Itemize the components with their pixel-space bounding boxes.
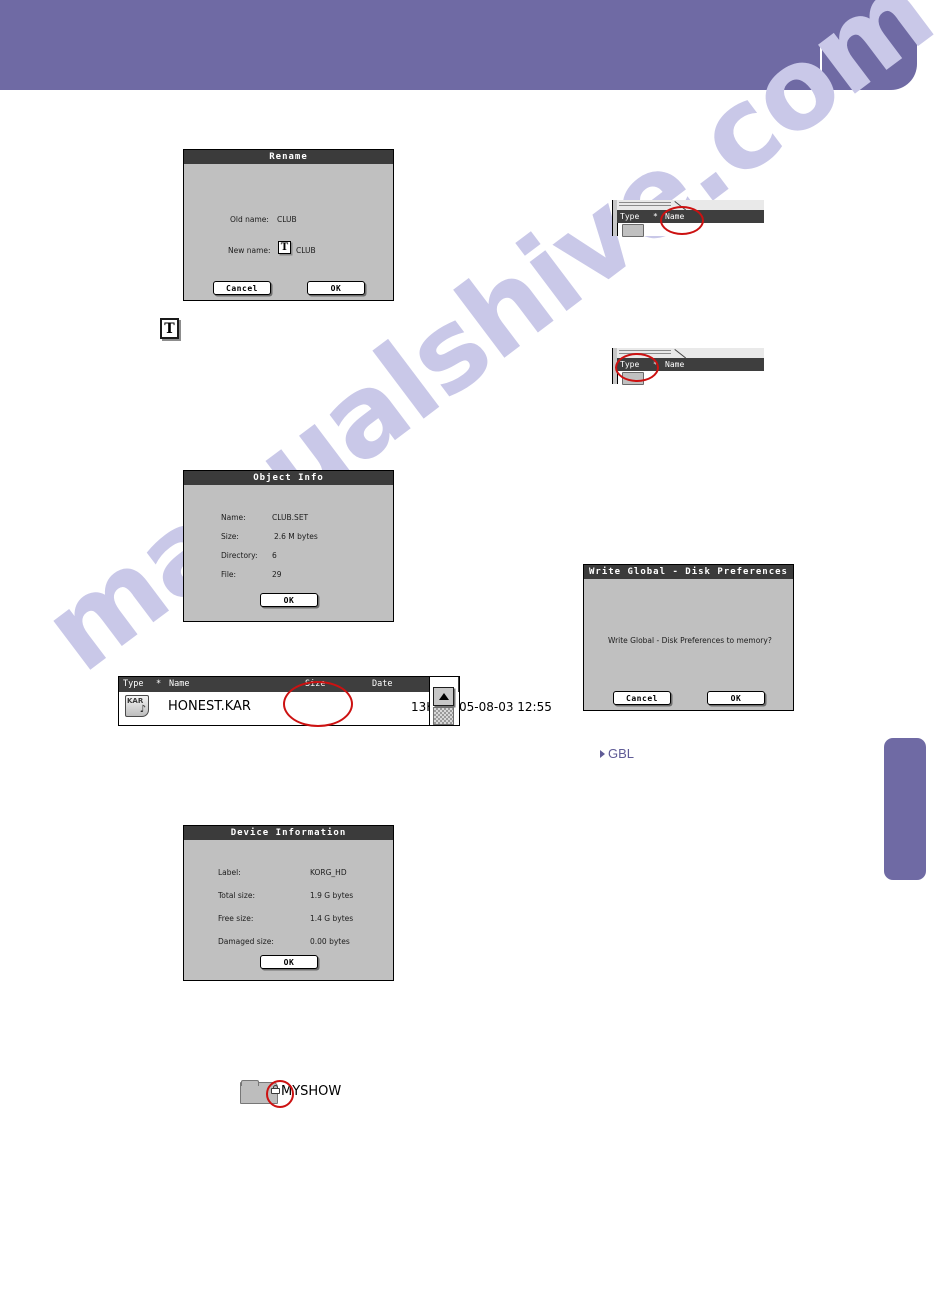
text-edit-icon-callout: T <box>160 318 179 339</box>
mini-list-rows <box>617 371 764 385</box>
mini-column-header-type[interactable]: Type <box>620 210 639 223</box>
file-browser: Type * Name Size Date KAR ♪ HONEST.KAR 1… <box>118 676 552 726</box>
object-info-row-label: File: <box>221 570 237 579</box>
rename-ok-button[interactable]: OK <box>307 281 365 295</box>
object-info-ok-button[interactable]: OK <box>260 593 318 607</box>
device-info-row-value: 1.9 G bytes <box>310 891 354 900</box>
new-name-value[interactable]: CLUB <box>296 246 316 255</box>
gbl-reference-label: GBL <box>608 746 635 761</box>
rename-cancel-button[interactable]: Cancel <box>213 281 271 295</box>
object-info-row-value: 6 <box>272 551 277 560</box>
device-information-ok-button[interactable]: OK <box>260 955 318 969</box>
mini-column-header-type[interactable]: Type <box>620 358 639 371</box>
write-global-dialog: Write Global - Disk Preferences Write Gl… <box>583 564 794 711</box>
write-global-cancel-button[interactable]: Cancel <box>613 691 671 705</box>
file-date-cell: 05-08-03 12:55 <box>459 700 552 714</box>
object-info-row-value: 2.6 M bytes <box>274 532 318 541</box>
side-chapter-tab <box>884 738 926 880</box>
old-name-label: Old name: <box>230 215 269 224</box>
mini-list-top-strip <box>617 200 764 211</box>
device-info-row-value: 0.00 bytes <box>310 937 350 946</box>
new-name-label: New name: <box>228 246 271 255</box>
object-info-dialog: Object Info Name: CLUB.SET Size: 2.6 M b… <box>183 470 394 622</box>
folder-icon <box>622 372 644 385</box>
write-global-ok-button[interactable]: OK <box>707 691 765 705</box>
folder-icon <box>622 224 644 237</box>
text-edit-icon[interactable]: T <box>278 241 291 254</box>
mini-column-header-name[interactable]: Name <box>665 210 684 223</box>
column-header-date[interactable]: Date <box>372 677 392 692</box>
device-info-row-label: Damaged size: <box>218 937 274 946</box>
device-info-row-label: Total size: <box>218 891 255 900</box>
device-info-row-label: Label: <box>218 868 241 877</box>
page-header-bar <box>0 0 917 90</box>
old-name-value: CLUB <box>277 215 297 224</box>
object-info-dialog-body: Name: CLUB.SET Size: 2.6 M bytes Directo… <box>184 485 393 621</box>
kar-file-icon: KAR ♪ <box>125 695 149 717</box>
write-global-dialog-title: Write Global - Disk Preferences <box>584 565 793 579</box>
mini-list-rows <box>617 223 764 237</box>
protected-folder-item[interactable]: MYSHOW <box>240 1080 370 1106</box>
scrollbar-track[interactable] <box>433 707 454 725</box>
triangle-right-icon <box>600 749 605 758</box>
rename-dialog-title: Rename <box>184 150 393 164</box>
device-information-dialog: Device Information Label: KORG_HD Total … <box>183 825 394 981</box>
write-global-dialog-body: Write Global - Disk Preferences to memor… <box>584 579 793 710</box>
mini-list-header: Type * Name <box>617 210 764 223</box>
music-note-icon: ♪ <box>139 704 146 715</box>
device-info-row-value: KORG_HD <box>310 868 347 877</box>
device-information-dialog-title: Device Information <box>184 826 393 840</box>
file-browser-header: Type * Name Size Date <box>119 677 459 692</box>
page-root: manualshive.com Rename Old name: CLUB Ne… <box>0 0 935 1305</box>
mini-column-header-star: * <box>653 360 658 369</box>
write-global-message: Write Global - Disk Preferences to memor… <box>608 636 772 645</box>
mini-column-header-name[interactable]: Name <box>665 358 684 371</box>
lock-icon <box>271 1085 280 1094</box>
column-header-star[interactable]: * <box>156 677 161 692</box>
file-name-cell: HONEST.KAR <box>168 699 251 714</box>
device-info-row-label: Free size: <box>218 914 254 923</box>
object-info-dialog-title: Object Info <box>184 471 393 485</box>
object-info-row-value: CLUB.SET <box>272 513 309 522</box>
mini-column-header-star: * <box>653 212 658 221</box>
mini-list-top-strip <box>617 348 764 359</box>
header-divider-rule <box>820 46 822 84</box>
mini-list-header: Type * Name <box>617 358 764 371</box>
column-header-type[interactable]: Type <box>123 677 143 692</box>
scroll-up-button[interactable] <box>433 687 454 706</box>
watermark-text: manualshive.com <box>20 0 935 697</box>
object-info-row-label: Size: <box>221 532 239 541</box>
folder-tab <box>241 1080 259 1086</box>
protected-folder-name: MYSHOW <box>281 1084 342 1099</box>
mini-file-list-type-sort: Type * Name <box>612 348 764 385</box>
device-information-dialog-body: Label: KORG_HD Total size: 1.9 G bytes F… <box>184 840 393 980</box>
column-header-size[interactable]: Size <box>305 677 325 692</box>
device-info-row-value: 1.4 G bytes <box>310 914 354 923</box>
table-row[interactable]: KAR ♪ HONEST.KAR 13K 05-08-03 12:55 <box>119 692 552 725</box>
rename-dialog: Rename Old name: CLUB New name: T CLUB C… <box>183 149 394 301</box>
gbl-reference[interactable]: GBL <box>600 746 634 761</box>
rename-dialog-body: Old name: CLUB New name: T CLUB Cancel O… <box>184 164 393 300</box>
mini-file-list-name-sort: Type * Name <box>612 200 764 237</box>
object-info-row-label: Name: <box>221 513 246 522</box>
object-info-row-value: 29 <box>272 570 282 579</box>
column-header-name[interactable]: Name <box>169 677 189 692</box>
object-info-row-label: Directory: <box>221 551 258 560</box>
